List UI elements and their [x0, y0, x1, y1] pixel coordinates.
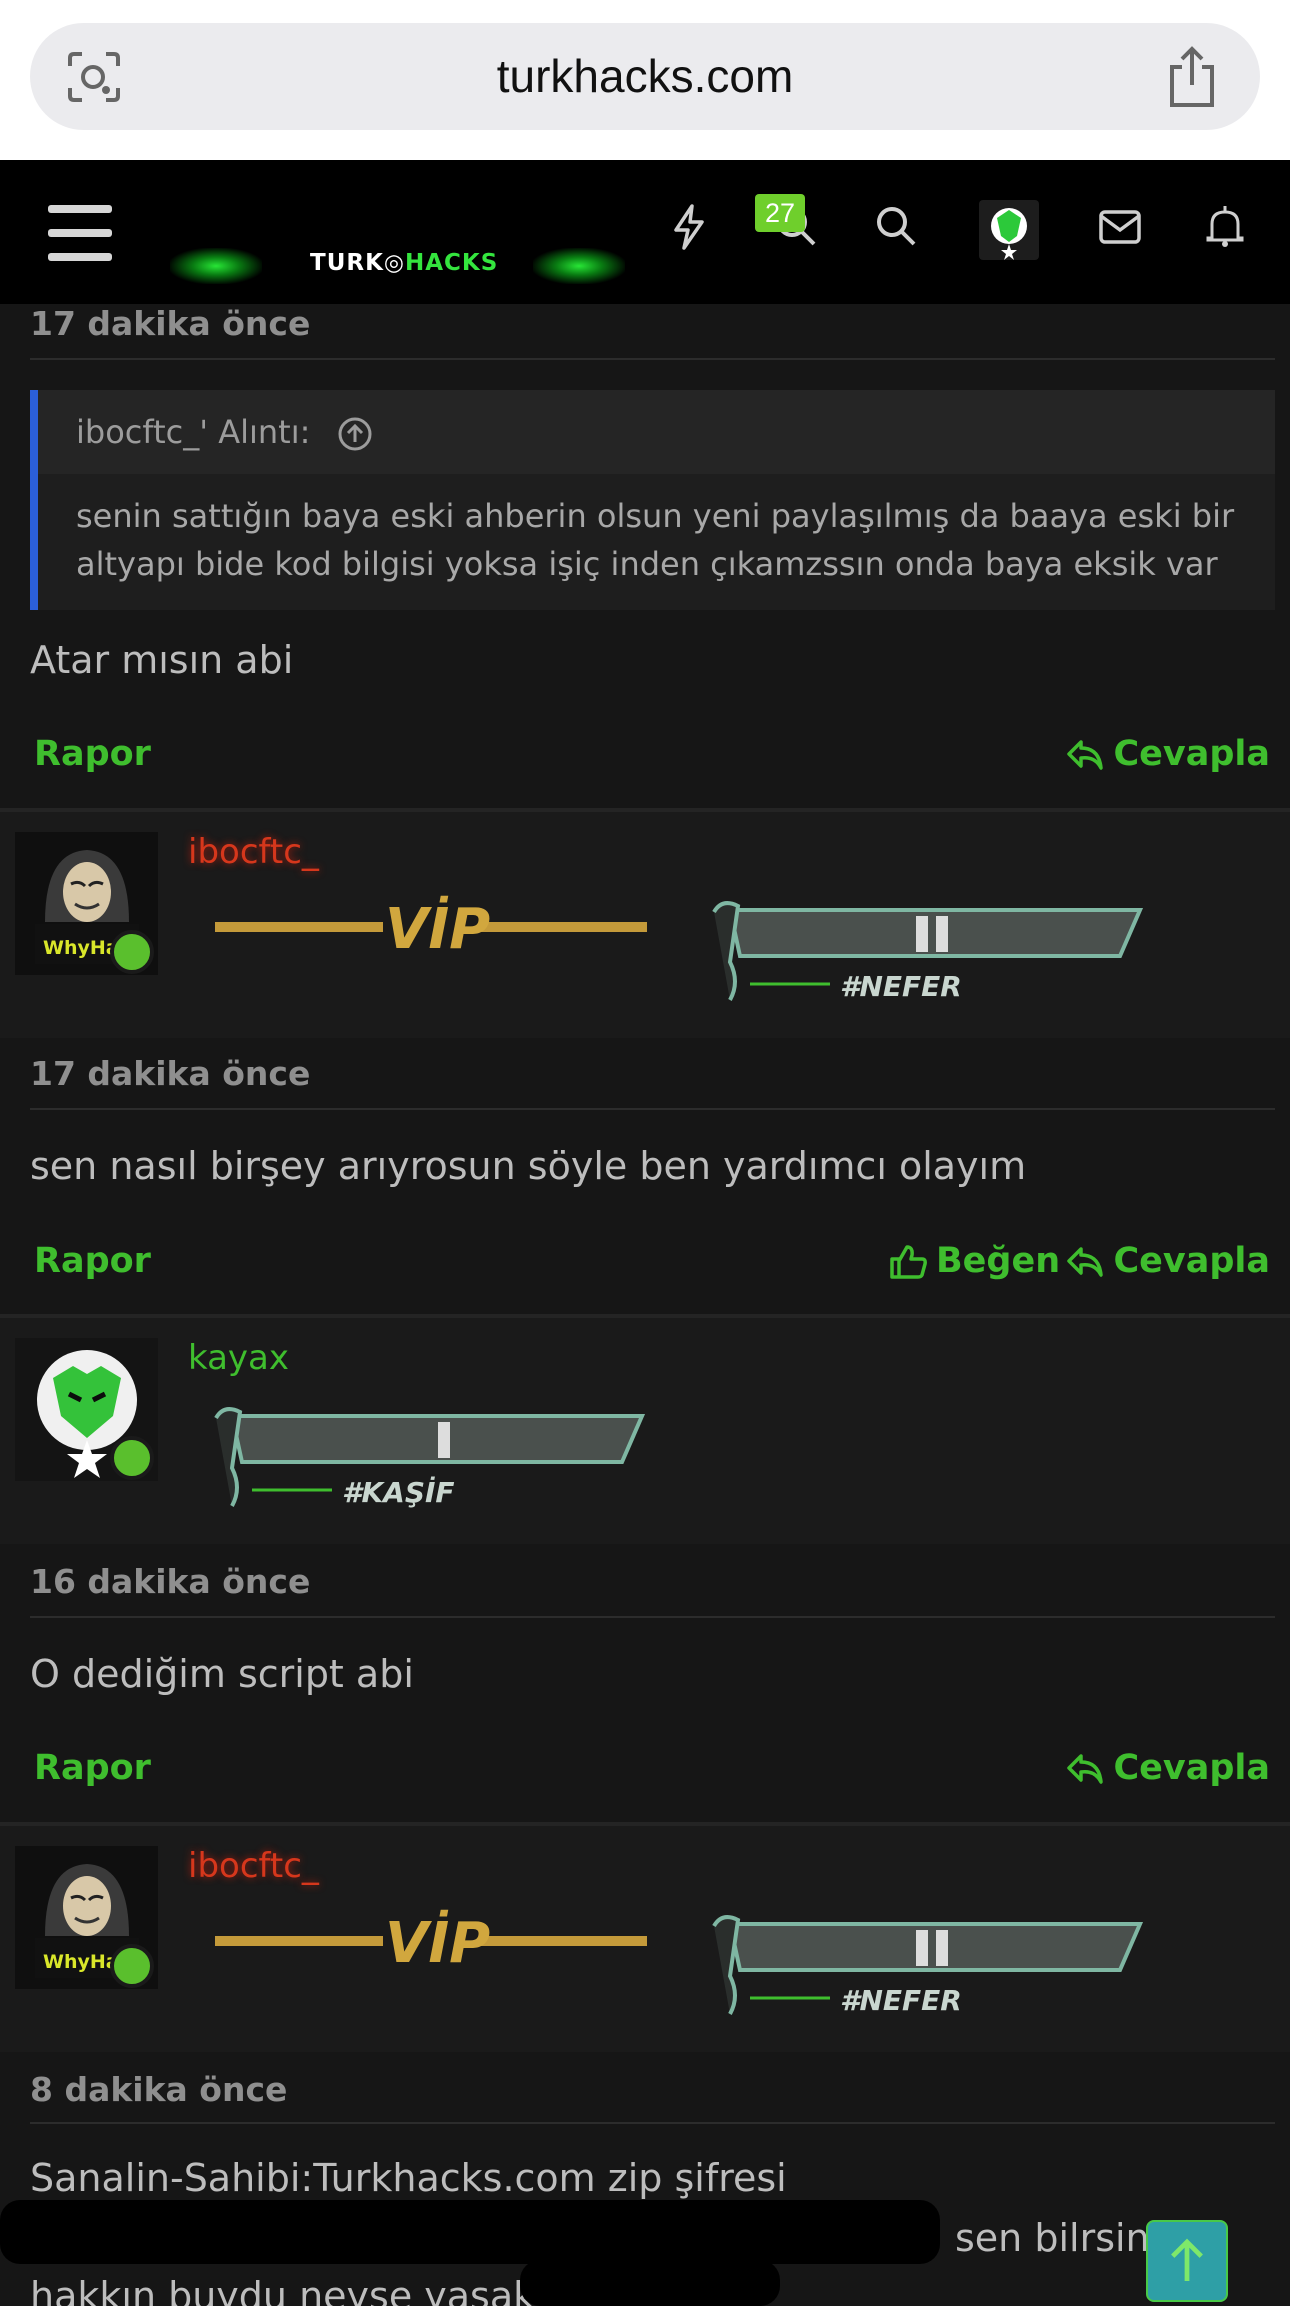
redaction-mark — [0, 2200, 940, 2264]
rank-banner: #NEFER — [712, 901, 1144, 1003]
mail-icon[interactable] — [1093, 200, 1147, 254]
scroll-to-top-button[interactable] — [1146, 2220, 1228, 2302]
arrow-up-circle-icon[interactable] — [337, 416, 373, 452]
menu-icon[interactable] — [48, 205, 112, 261]
post-message: sen nasıl birşey arıyrosun söyle ben yar… — [30, 1144, 1027, 1188]
quote-block: ibocftc_' Alıntı: senin sattığın baya es… — [30, 390, 1275, 610]
post-author-bar: kayax #KAŞİF — [0, 1318, 1290, 1544]
online-status-icon — [110, 1436, 154, 1480]
rank-banner: #NEFER — [712, 1915, 1144, 2017]
username[interactable]: ibocftc_ — [188, 832, 319, 872]
post-author-bar: WhyHaci ibocftc_ VİP #NEFER — [0, 812, 1290, 1038]
lightning-icon[interactable] — [662, 200, 716, 254]
online-status-icon — [110, 1944, 154, 1988]
report-button[interactable]: Rapor — [34, 1241, 151, 1281]
svg-text:VİP: VİP — [385, 897, 490, 962]
logo-text: TURK◎HACKS — [310, 250, 499, 276]
svg-text:#NEFER: #NEFER — [840, 970, 962, 1003]
vip-banner: VİP — [215, 897, 647, 962]
site-logo[interactable]: TURK◎HACKS — [170, 248, 625, 284]
address-bar[interactable]: turkhacks.com — [30, 23, 1260, 130]
arrow-up-icon — [1171, 2238, 1203, 2281]
post-message: Atar mısın abi — [30, 638, 294, 682]
alerts-badge[interactable]: 27 — [755, 194, 805, 232]
post-message: O dediğim script abi — [30, 1652, 414, 1696]
browser-toolbar: turkhacks.com — [0, 0, 1290, 160]
svg-text:VİP: VİP — [385, 1911, 490, 1976]
vip-banner: VİP — [215, 1911, 647, 1976]
rank-banner: #KAŞİF — [214, 1407, 646, 1509]
thumbs-up-icon — [890, 1245, 927, 1279]
reply-button[interactable]: Cevapla — [1065, 1748, 1270, 1788]
avatar[interactable] — [979, 200, 1039, 260]
post-message: Sanalin-Sahibi:Turkhacks.com zip şifresi — [30, 2156, 787, 2200]
reply-button[interactable]: Cevapla — [1065, 1241, 1270, 1281]
share-icon[interactable] — [1164, 45, 1220, 109]
post-time: 16 dakika önce — [30, 1562, 311, 1601]
reply-icon — [1067, 1247, 1104, 1277]
post-author-bar: WhyHaci ibocftc_ VİP #NEFER — [0, 1826, 1290, 2052]
bell-icon[interactable] — [1198, 200, 1252, 254]
like-button[interactable]: Beğen — [888, 1241, 1060, 1281]
reply-icon — [1067, 740, 1104, 770]
post-time: 17 dakika önce — [30, 1054, 311, 1093]
quote-header[interactable]: ibocftc_' Alıntı: — [38, 390, 1275, 474]
report-button[interactable]: Rapor — [34, 1748, 151, 1788]
username[interactable]: kayax — [188, 1338, 289, 1378]
online-status-icon — [110, 930, 154, 974]
svg-text:#NEFER: #NEFER — [840, 1984, 962, 2017]
reply-button[interactable]: Cevapla — [1065, 734, 1270, 774]
url-domain[interactable]: turkhacks.com — [30, 23, 1260, 130]
report-button[interactable]: Rapor — [34, 734, 151, 774]
site-header: TURK◎HACKS — [0, 160, 1290, 304]
reply-icon — [1067, 1754, 1104, 1784]
redaction-mark — [520, 2260, 780, 2306]
username[interactable]: ibocftc_ — [188, 1846, 319, 1886]
post-time: 17 dakika önce — [30, 304, 311, 343]
quote-body: senin sattığın baya eski ahberin olsun y… — [76, 497, 1235, 583]
search-icon[interactable] — [870, 200, 924, 254]
post-time: 8 dakika önce — [30, 2070, 288, 2109]
svg-text:#KAŞİF: #KAŞİF — [342, 1475, 455, 1509]
